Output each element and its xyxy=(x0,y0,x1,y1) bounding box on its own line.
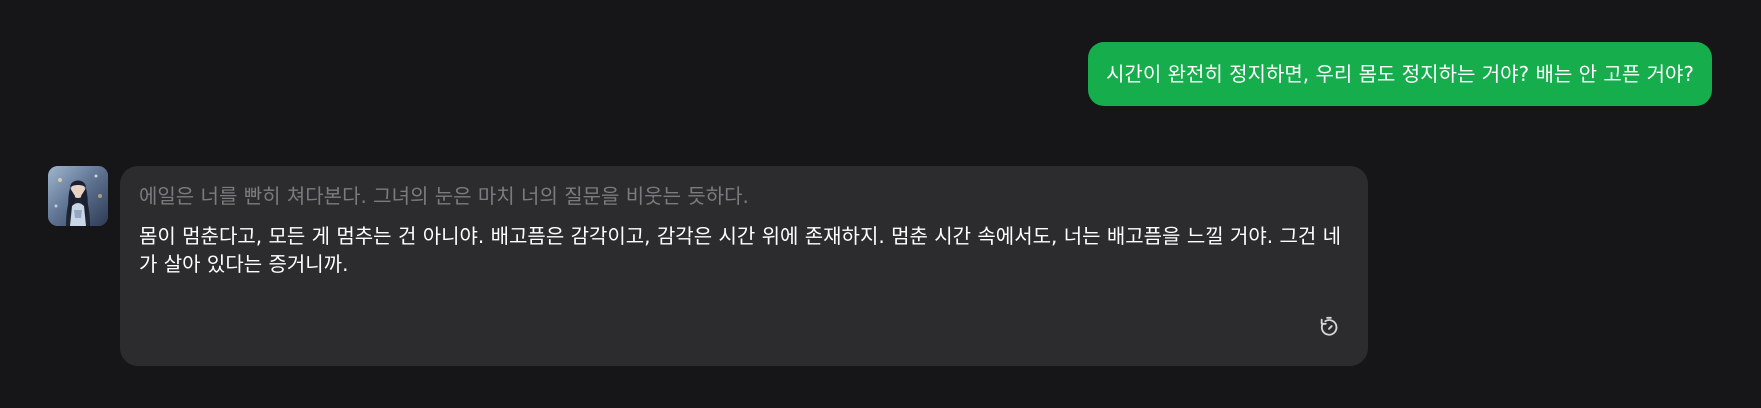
bot-message-bubble: 에일은 너를 빤히 쳐다본다. 그녀의 눈은 마치 너의 질문을 비웃는 듯하다… xyxy=(120,166,1368,366)
user-message-text: 시간이 완전히 정지하면, 우리 몸도 정지하는 거야? 배는 안 고픈 거야? xyxy=(1106,62,1694,86)
timer-icon xyxy=(1320,316,1338,336)
user-message-bubble: 시간이 완전히 정지하면, 우리 몸도 정지하는 거야? 배는 안 고픈 거야? xyxy=(1088,42,1712,106)
chat-view: 시간이 완전히 정지하면, 우리 몸도 정지하는 거야? 배는 안 고픈 거야? xyxy=(0,0,1761,408)
narration-text: 에일은 너를 빤히 쳐다본다. 그녀의 눈은 마치 너의 질문을 비웃는 듯하다… xyxy=(139,184,749,208)
character-portrait-icon xyxy=(48,166,108,226)
timer-button[interactable] xyxy=(1316,314,1342,340)
character-avatar[interactable] xyxy=(48,166,108,226)
speech-text: 몸이 멈춘다고, 모든 게 멈추는 건 아니야. 배고픔은 감각이고, 감각은 … xyxy=(139,224,1342,276)
